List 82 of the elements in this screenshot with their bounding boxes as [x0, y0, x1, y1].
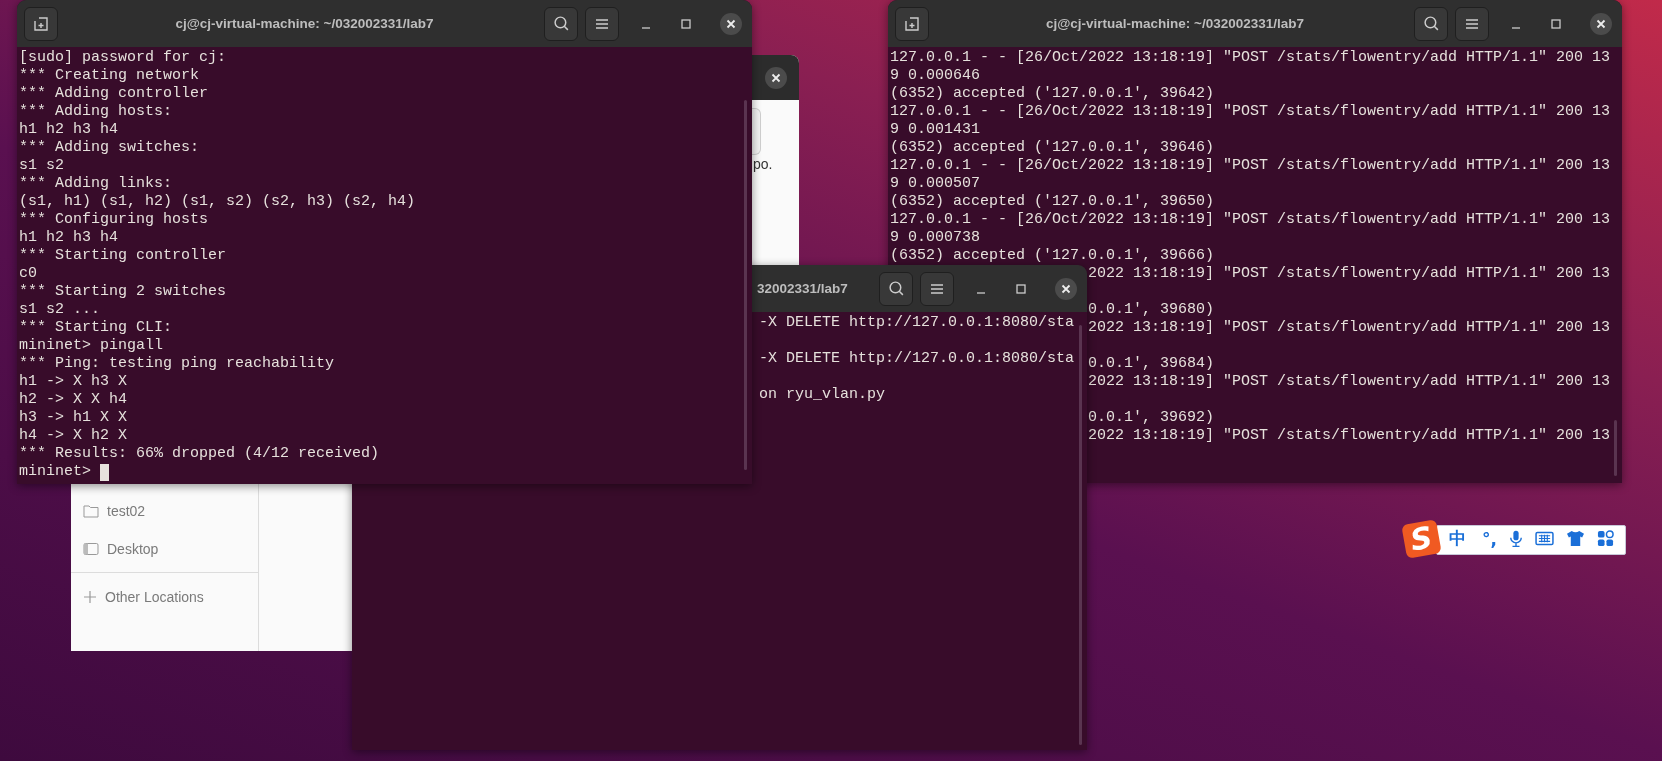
- scrollbar[interactable]: [744, 100, 747, 470]
- close-icon[interactable]: [720, 12, 742, 35]
- terminal-line: *** Results: 66% dropped (4/12 received): [19, 445, 380, 463]
- punctuation-toggle[interactable]: °,: [1482, 528, 1497, 549]
- terminal-line: 0.0.1', 39684): [1088, 355, 1215, 373]
- terminal-line: *** Starting 2 switches: [19, 283, 227, 301]
- sidebar-item[interactable]: Other Locations: [71, 578, 258, 616]
- terminal-line: 127.0.0.1 - - [26/Oct/2022 13:18:19] "POST /stats/flowentry/add HTTP/1.1" 200 13: [890, 103, 1611, 121]
- terminal-line: 0.0.1', 39680): [1088, 301, 1215, 319]
- menu-icon[interactable]: [920, 271, 954, 306]
- plus-icon: [83, 590, 97, 604]
- text-cursor: [100, 463, 109, 481]
- terminal-line: *** Adding hosts:: [19, 103, 173, 121]
- desktop-icon: [83, 542, 99, 556]
- scrollbar[interactable]: [1614, 420, 1617, 476]
- search-icon[interactable]: [1414, 6, 1448, 41]
- scrollbar[interactable]: [1079, 325, 1082, 745]
- terminal-line: 9 0.000646: [890, 67, 980, 85]
- terminal-line: mininet>: [19, 463, 91, 481]
- terminal-line: (6352) accepted ('127.0.0.1', 39650): [890, 193, 1215, 211]
- terminal-line: -X DELETE http://127.0.0.1:8080/sta: [759, 350, 1075, 368]
- search-icon[interactable]: [544, 6, 578, 41]
- terminal-line: h1 -> X h3 X: [19, 373, 128, 391]
- terminal-line: h3 -> h1 X X: [19, 409, 128, 427]
- terminal-line: 9 0.000738: [890, 229, 980, 247]
- logo: S: [1401, 518, 1442, 559]
- search-icon[interactable]: [879, 271, 913, 306]
- terminal-line: (6352) accepted ('127.0.0.1', 39646): [890, 139, 1215, 157]
- keyboard-icon[interactable]: [1535, 531, 1554, 546]
- sidebar-item[interactable]: Desktop: [71, 530, 258, 568]
- close-icon[interactable]: [765, 66, 787, 89]
- terminal-line: mininet> pingall: [19, 337, 164, 355]
- terminal-line: 9 0.000507: [890, 175, 980, 193]
- window-title: 32002331/lab7: [757, 281, 849, 296]
- terminal-line: s1 s2 ...: [19, 301, 100, 319]
- terminal-line: 2022 13:18:19] "POST /stats/flowentry/add HTTP/1.1" 200 13: [1088, 265, 1611, 283]
- terminal-line: *** Configuring hosts: [19, 211, 209, 229]
- new-tab-icon[interactable]: [24, 6, 58, 41]
- terminal-line: on ryu_vlan.py: [759, 386, 886, 404]
- terminal-line: 2022 13:18:19] "POST /stats/flowentry/add HTTP/1.1" 200 13: [1088, 373, 1611, 391]
- folder-icon: [83, 504, 99, 518]
- terminal-line: 127.0.0.1 - - [26/Oct/2022 13:18:19] "POST /stats/flowentry/add HTTP/1.1" 200 13: [890, 49, 1611, 67]
- maximize-icon[interactable]: [1549, 16, 1563, 31]
- terminal-line: [sudo] password for cj:: [19, 49, 227, 67]
- menu-icon[interactable]: [1455, 6, 1489, 41]
- terminal-line: *** Adding links:: [19, 175, 173, 193]
- maximize-icon[interactable]: [679, 16, 693, 31]
- sidebar-item[interactable]: test02: [71, 492, 258, 530]
- terminal-line: 2022 13:18:19] "POST /stats/flowentry/add HTTP/1.1" 200 13: [1088, 319, 1611, 337]
- microphone-icon[interactable]: [1509, 529, 1523, 548]
- window-title: cj@cj-virtual-machine: ~/032002331/lab7: [174, 16, 435, 31]
- terminal-line: *** Starting controller: [19, 247, 227, 265]
- new-tab-icon[interactable]: [895, 6, 929, 41]
- terminal-line: -X DELETE http://127.0.0.1:8080/sta: [759, 314, 1075, 332]
- terminal-line: *** Adding controller: [19, 85, 209, 103]
- maximize-icon[interactable]: [1014, 281, 1028, 296]
- close-icon[interactable]: [1590, 12, 1612, 35]
- terminal-line: 0.0.1', 39692): [1088, 409, 1215, 427]
- terminal-line: (s1, h1) (s1, h2) (s1, s2) (s2, h3) (s2, h4): [19, 193, 416, 211]
- terminal-line: *** Starting CLI:: [19, 319, 173, 337]
- terminal-line: h1 h2 h3 h4: [19, 229, 119, 247]
- terminal-line: 2022 13:18:19] "POST /stats/flowentry/add HTTP/1.1" 200 13: [1088, 427, 1611, 445]
- terminal-line: 127.0.0.1 - - [26/Oct/2022 13:18:19] "POST /stats/flowentry/add HTTP/1.1" 200 13: [890, 211, 1611, 229]
- terminal-line: *** Ping: testing ping reachability: [19, 355, 335, 373]
- terminal-line: c0: [19, 265, 37, 283]
- terminal-line: (6352) accepted ('127.0.0.1', 39666): [890, 247, 1215, 265]
- terminal-line: h1 h2 h3 h4: [19, 121, 119, 139]
- terminal-line: *** Adding switches:: [19, 139, 200, 157]
- input-mode-toggle[interactable]: 中: [1449, 527, 1467, 550]
- terminal-line: *** Creating network: [19, 67, 200, 85]
- window-title: cj@cj-virtual-machine: ~/032002331/lab7: [1044, 16, 1306, 31]
- terminal-line: h2 -> X X h4: [19, 391, 128, 409]
- terminal-line: (6352) accepted ('127.0.0.1', 39642): [890, 85, 1215, 103]
- grid-icon[interactable]: [1597, 530, 1614, 547]
- text-fragment: po.: [753, 156, 773, 172]
- terminal-line: h4 -> X h2 X: [19, 427, 128, 445]
- close-icon[interactable]: [1055, 277, 1077, 300]
- terminal-line: s1 s2: [19, 157, 64, 175]
- terminal-line: 127.0.0.1 - - [26/Oct/2022 13:18:19] "POST /stats/flowentry/add HTTP/1.1" 200 13: [890, 157, 1611, 175]
- shirt-icon[interactable]: [1566, 530, 1585, 547]
- terminal-line: 9 0.001431: [890, 121, 980, 139]
- menu-icon[interactable]: [585, 6, 619, 41]
